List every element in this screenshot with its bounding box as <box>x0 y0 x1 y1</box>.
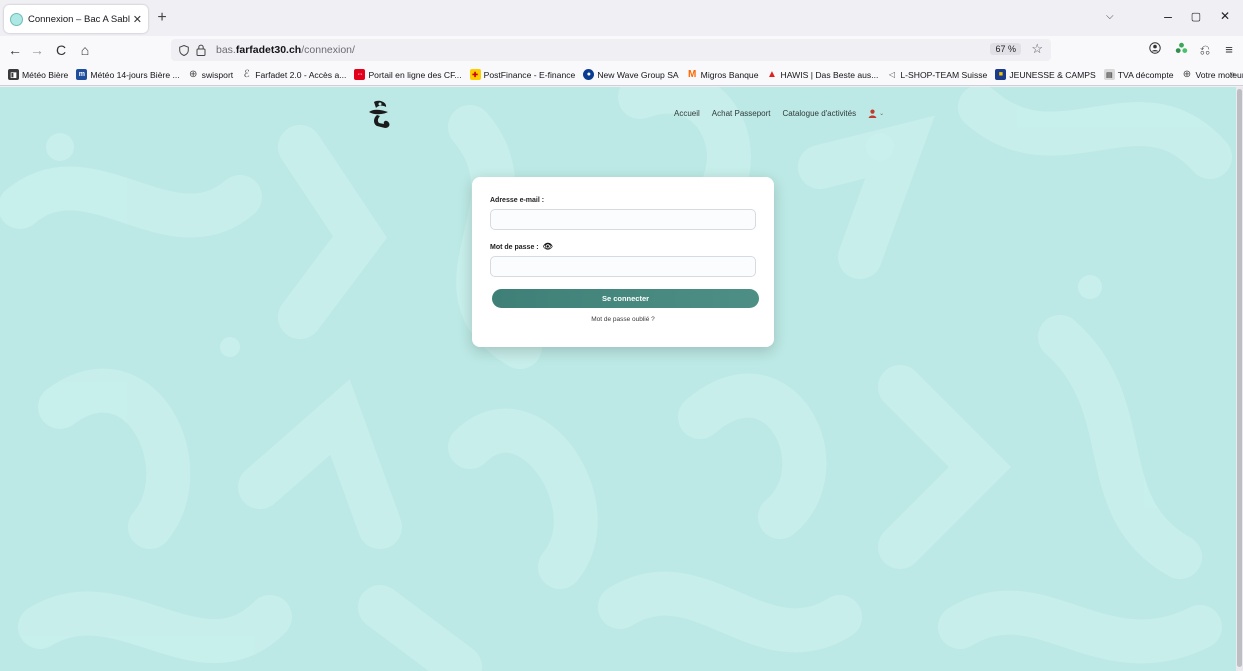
navigation-toolbar: ← → C ⌂ bas.farfadet30.ch/connexion/ 67 … <box>0 36 1243 64</box>
hawis-icon: ▲ <box>767 69 777 80</box>
extension-icon[interactable] <box>1172 40 1190 60</box>
site-logo[interactable] <box>365 99 395 131</box>
close-tab-icon[interactable]: ✕ <box>133 13 142 26</box>
nav-link-catalogue[interactable]: Catalogue d'activités <box>783 109 857 118</box>
tab-title: Connexion – Bac A Sable – Pas <box>28 13 130 25</box>
login-card: Adresse e-mail : Mot de passe : 👁 Se conn… <box>472 177 774 347</box>
minimize-button[interactable]: – <box>1158 8 1178 24</box>
user-icon <box>868 109 877 118</box>
url-text[interactable]: bas.farfadet30.ch/connexion/ <box>216 44 355 56</box>
lshop-icon: ◁ <box>888 70 895 79</box>
nav-link-accueil[interactable]: Accueil <box>674 109 700 118</box>
bookmark-item[interactable]: ▤ TVA décompte <box>1103 69 1174 80</box>
extensions-puzzle-icon[interactable]: ⎌ <box>1196 40 1214 60</box>
app-menu-icon[interactable]: ≡ <box>1220 40 1238 60</box>
farfadet-icon: ℰ <box>243 69 250 80</box>
bookmark-item[interactable]: m Météo 14-jours Bière ... <box>76 69 180 80</box>
bookmarks-overflow-icon[interactable]: » <box>1229 69 1235 80</box>
background-pattern <box>0 87 1232 671</box>
tva-icon: ▤ <box>1103 69 1115 80</box>
cff-icon: ⇔ <box>354 69 366 80</box>
bookmark-item[interactable]: ✚ PostFinance - E-finance <box>469 69 575 80</box>
nav-link-achat-passeport[interactable]: Achat Passeport <box>712 109 771 118</box>
new-tab-button[interactable]: + <box>152 9 172 27</box>
bookmark-item[interactable]: M Migros Banque <box>687 69 758 80</box>
meteo-icon: ◨ <box>8 69 19 80</box>
postfinance-icon: ✚ <box>469 69 481 80</box>
tab-strip: Connexion – Bac A Sable – Pas ✕ + ⌵ – ▢ … <box>0 0 1243 36</box>
tab-connexion[interactable]: Connexion – Bac A Sable – Pas ✕ <box>4 5 148 33</box>
list-all-tabs-icon[interactable]: ⌵ <box>1106 11 1114 22</box>
globe-icon: ⊕ <box>188 69 198 80</box>
scrollbar-thumb[interactable] <box>1237 89 1242 667</box>
email-label: Adresse e-mail : <box>490 197 545 204</box>
lock-icon <box>196 44 206 56</box>
close-window-button[interactable]: ✕ <box>1215 9 1235 23</box>
forgot-password-link[interactable]: Mot de passe oublié ? <box>472 316 774 323</box>
email-field[interactable] <box>490 209 756 230</box>
zoom-level-badge[interactable]: 67 % <box>990 43 1021 55</box>
site-favicon-icon <box>10 12 23 26</box>
page-content: Accueil Achat Passeport Catalogue d'acti… <box>0 87 1236 671</box>
bookmark-item[interactable]: ◨ Météo Bière <box>8 69 68 80</box>
page-scrollbar[interactable] <box>1236 87 1243 671</box>
site-navigation: Accueil Achat Passeport Catalogue d'acti… <box>674 109 884 118</box>
mb-icon: m <box>76 69 88 80</box>
account-icon[interactable] <box>1146 40 1164 60</box>
chevron-down-icon: ⌄ <box>879 111 885 117</box>
bookmark-item[interactable]: ● New Wave Group SA <box>583 69 679 80</box>
maximize-button[interactable]: ▢ <box>1186 10 1206 23</box>
bookmark-item[interactable]: ◁ L-SHOP-TEAM Suisse <box>886 69 988 80</box>
bookmark-item[interactable]: ⊕ swisport <box>188 69 233 80</box>
forward-button[interactable]: → <box>28 40 46 60</box>
newwave-icon: ● <box>583 69 595 80</box>
back-button[interactable]: ← <box>6 40 24 60</box>
password-field[interactable] <box>490 256 756 277</box>
globe-icon: ⊕ <box>1182 69 1192 80</box>
migros-icon: M <box>688 69 697 80</box>
shield-icon <box>179 44 189 56</box>
home-button[interactable]: ⌂ <box>76 40 94 60</box>
bookmark-item[interactable]: ℰ Farfadet 2.0 - Accès a... <box>241 69 347 80</box>
password-label: Mot de passe : 👁 <box>490 242 553 251</box>
user-menu[interactable]: ⌄ <box>868 109 884 118</box>
bookmark-item[interactable]: ■ JEUNESSE & CAMPS <box>995 69 1096 80</box>
bookmarks-toolbar: ◨ Météo Bière m Météo 14-jours Bière ... ⊕… <box>0 64 1243 86</box>
login-button[interactable]: Se connecter <box>492 289 759 308</box>
show-password-eye-icon[interactable]: 👁 <box>543 242 553 251</box>
address-bar[interactable]: bas.farfadet30.ch/connexion/ 67 % ☆ <box>171 39 1051 61</box>
bookmark-item[interactable]: ⇔ Portail en ligne des CF... <box>354 69 462 80</box>
reload-button[interactable]: C <box>52 40 70 60</box>
bookmark-star-icon[interactable]: ☆ <box>1031 41 1043 57</box>
bookmark-item[interactable]: ▲ HAWIS | Das Beste aus... <box>766 69 878 80</box>
jeunesse-icon: ■ <box>995 69 1007 80</box>
